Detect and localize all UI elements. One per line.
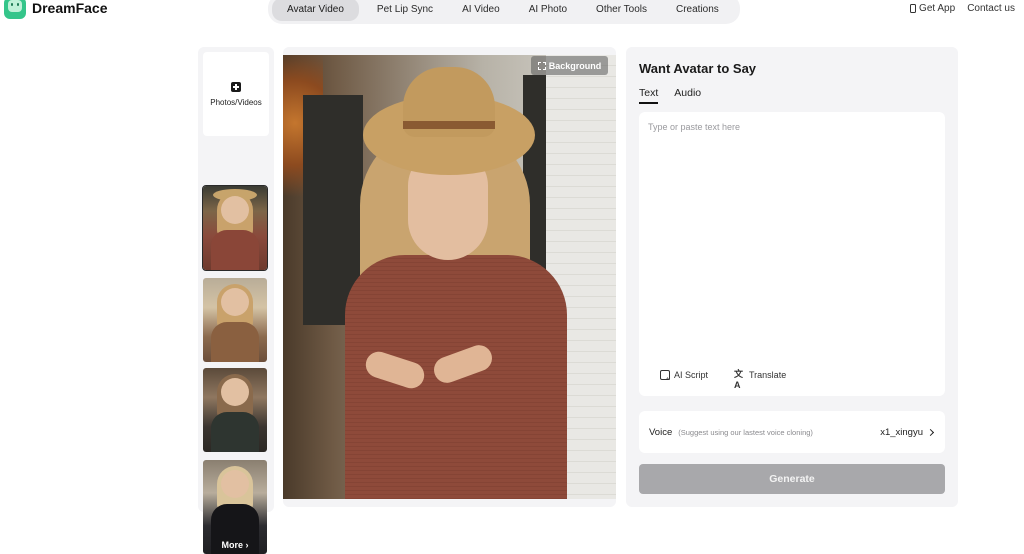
nav-pet-lip-sync[interactable]: Pet Lip Sync: [366, 0, 444, 20]
avatar-preview-image: [283, 55, 616, 499]
upload-media-button[interactable]: Photos/Videos: [203, 52, 269, 136]
input-tabs: Text Audio: [639, 87, 701, 104]
text-tools: AI Script 文A Translate: [660, 369, 787, 390]
upload-label: Photos/Videos: [210, 97, 262, 107]
nav-creations[interactable]: Creations: [665, 0, 730, 20]
background-button-label: Background: [548, 60, 602, 71]
avatar-thumbnail[interactable]: [203, 278, 267, 362]
voice-label: Voice: [649, 426, 673, 438]
ai-script-label: AI Script: [674, 369, 709, 380]
top-header: DreamFace Avatar Video Pet Lip Sync AI V…: [0, 0, 1024, 24]
voice-selector[interactable]: Voice (Suggest using our lastest voice c…: [639, 411, 945, 453]
ai-script-button[interactable]: AI Script: [660, 369, 709, 381]
plus-icon: [231, 81, 241, 92]
avatar-thumbnail[interactable]: [202, 185, 268, 271]
logo-icon: [4, 0, 26, 19]
nav-ai-video[interactable]: AI Video: [451, 0, 511, 20]
tab-text[interactable]: Text: [639, 87, 659, 104]
nav-other-tools[interactable]: Other Tools: [585, 0, 658, 20]
expand-icon: [537, 61, 546, 70]
translate-icon: 文A: [734, 369, 744, 390]
generate-button[interactable]: Generate: [639, 464, 945, 494]
background-button[interactable]: Background: [531, 56, 608, 75]
translate-button[interactable]: 文A Translate: [734, 369, 787, 390]
script-textarea[interactable]: [648, 122, 936, 352]
tab-audio[interactable]: Audio: [674, 87, 701, 104]
voice-value: x1_xingyu: [880, 426, 923, 438]
nav-ai-photo[interactable]: AI Photo: [518, 0, 578, 20]
ai-script-icon: [660, 369, 670, 381]
panel-title: Want Avatar to Say: [639, 61, 757, 76]
main-nav: Avatar Video Pet Lip Sync AI Video AI Ph…: [268, 0, 740, 24]
get-app-link[interactable]: Get App: [910, 3, 955, 14]
brand-logo[interactable]: DreamFace: [4, 0, 108, 19]
voice-hint: (Suggest using our lastest voice cloning…: [678, 427, 813, 437]
more-button[interactable]: More ›: [203, 540, 267, 550]
translate-label: Translate: [749, 369, 787, 380]
more-label: More: [221, 540, 243, 550]
avatar-thumbnail[interactable]: More ›: [203, 460, 267, 554]
avatar-sidebar: Photos/Videos More ›: [198, 47, 274, 554]
script-panel: Want Avatar to Say Text Audio AI Script …: [626, 47, 958, 507]
text-card: AI Script 文A Translate: [639, 112, 945, 396]
header-links: Get App Contact us: [910, 3, 1015, 14]
avatar-thumbnail[interactable]: [203, 368, 267, 452]
get-app-label: Get App: [919, 3, 956, 14]
brand-name: DreamFace: [32, 0, 108, 16]
nav-avatar-video[interactable]: Avatar Video: [272, 0, 359, 21]
chevron-right-icon: [926, 428, 935, 436]
phone-icon: [910, 4, 917, 13]
contact-us-link[interactable]: Contact us: [967, 3, 1015, 14]
